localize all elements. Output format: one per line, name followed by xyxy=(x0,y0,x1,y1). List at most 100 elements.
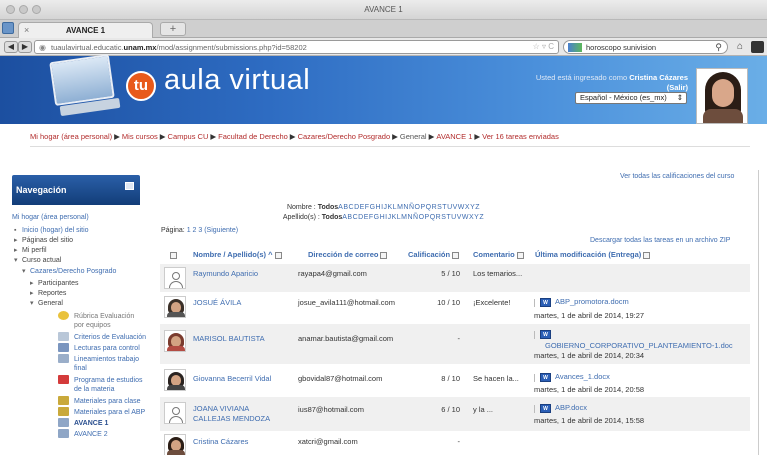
nav-item-label: Páginas del sitio xyxy=(22,237,73,244)
nav-item-current-course[interactable]: ▾ Curso actual xyxy=(14,256,61,265)
student-name-link[interactable]: Giovanna Becerril Vidal xyxy=(193,374,271,384)
nav-item-guidelines[interactable]: Lineamientos trabajo xyxy=(74,355,139,364)
user-name-link[interactable]: Cristina Cázares xyxy=(629,73,688,82)
breadcrumb-item[interactable]: Ver 16 tareas enviadas xyxy=(482,132,559,141)
home-icon[interactable]: ⌂ xyxy=(733,40,747,54)
submission-file-link[interactable]: W ABP_promotora.docm xyxy=(540,297,629,307)
breadcrumb-item[interactable]: Facultad de Derecho xyxy=(218,132,288,141)
default-user-avatar[interactable] xyxy=(164,267,186,289)
url-text[interactable]: tuaulavirtual.educatic.unam.mx/mod/assig… xyxy=(51,43,307,52)
default-user-avatar[interactable] xyxy=(164,402,186,424)
student-avatar[interactable] xyxy=(164,330,186,352)
breadcrumb-item[interactable]: Mi hogar (área personal) xyxy=(30,132,112,141)
nav-item-guidelines-cont[interactable]: final xyxy=(74,364,87,373)
view-all-grades-link[interactable]: Ver todas las calificaciones del curso xyxy=(620,173,734,180)
student-avatar[interactable] xyxy=(164,434,186,455)
select-all-checkbox[interactable] xyxy=(168,250,177,259)
nav-item-course[interactable]: ▾ Cazares/Derecho Posgrado xyxy=(22,267,116,276)
dock-block-icon[interactable] xyxy=(125,182,134,190)
breadcrumb-item[interactable]: Mis cursos xyxy=(122,132,158,141)
collapse-column-icon[interactable] xyxy=(274,251,282,259)
grade-value[interactable]: - xyxy=(418,334,461,343)
nav-item-class-materials[interactable]: Materiales para clase xyxy=(74,397,141,406)
nav-item-criteria[interactable]: Criterios de Evaluación xyxy=(74,333,146,342)
breadcrumb-item[interactable]: General xyxy=(400,132,427,141)
user-avatar[interactable] xyxy=(696,68,748,124)
nav-item-rubric-cont[interactable]: por equipos xyxy=(74,321,111,330)
breadcrumb: Mi hogar (área personal) ▶ Mis cursos ▶ Camp… xyxy=(30,132,559,141)
nav-item-rubric[interactable]: Rúbrica Evaluación xyxy=(74,312,134,321)
site-logo-badge[interactable]: tu xyxy=(126,71,156,101)
student-name-link[interactable]: JOSUÉ ÁVILA xyxy=(193,298,241,308)
nav-item-general[interactable]: ▾ General xyxy=(30,299,63,308)
site-identity-icon[interactable]: ◉ xyxy=(39,43,46,52)
nav-item-label: Reportes xyxy=(38,290,67,297)
student-avatar[interactable] xyxy=(164,369,186,391)
search-input[interactable]: horoscopo sunivision xyxy=(586,43,656,52)
column-name[interactable]: Nombre / Apellido(s) ^ xyxy=(193,250,282,259)
column-comment[interactable]: Comentario xyxy=(473,250,524,259)
student-name-link[interactable]: Cristina Cázares xyxy=(193,437,248,447)
search-bar[interactable]: horoscopo sunivision ⚲ xyxy=(563,40,728,54)
submission-file-link[interactable]: GOBIERNO_CORPORATIVO_PLANTEAMIENTO-1.doc xyxy=(545,341,733,350)
collapse-column-icon[interactable] xyxy=(516,251,524,259)
site-logo-text[interactable]: aula virtual xyxy=(164,64,310,97)
submission-file-icon-cell[interactable]: W xyxy=(540,329,555,339)
search-engine-icon[interactable] xyxy=(568,43,582,52)
expanded-arrow-icon: ▾ xyxy=(30,300,34,307)
comment-text: y la ... xyxy=(473,405,494,414)
nav-item-program[interactable]: Programa de estudios xyxy=(74,376,142,385)
submission-file-link[interactable]: W ABP.docx xyxy=(540,403,587,413)
new-tab-button[interactable]: + xyxy=(160,22,186,36)
student-name-link[interactable]: Raymundo Aparicio xyxy=(193,269,258,279)
student-avatar[interactable] xyxy=(164,296,186,318)
collapse-column-icon[interactable] xyxy=(643,251,651,259)
breadcrumb-item[interactable]: AVANCE 1 xyxy=(436,132,472,141)
table-row: JOSUÉ ÁVILA josue_avila111@hotmail.com 1… xyxy=(160,292,750,324)
folder-icon xyxy=(58,396,69,405)
nav-item-reports[interactable]: ▸ Reportes xyxy=(30,289,66,298)
grade-value[interactable]: 5 / 10 xyxy=(418,269,460,278)
bookmark-reload-icons[interactable]: ☆ ▿ C xyxy=(533,42,554,51)
last-name-letter-links[interactable]: ABCDEFGHIJKLMNÑOPQRSTUVWXYZ xyxy=(342,214,484,221)
nav-item-participants[interactable]: ▸ Participantes xyxy=(30,279,78,288)
logout-link[interactable]: (Salir) xyxy=(667,83,688,92)
nav-item-site-pages[interactable]: ▸ Páginas del sitio xyxy=(14,236,73,245)
column-grade[interactable]: Calificación xyxy=(408,250,460,259)
search-icon[interactable]: ⚲ xyxy=(715,42,722,53)
collapse-column-icon[interactable] xyxy=(380,251,388,259)
navigation-title: Navegación xyxy=(16,185,67,195)
first-name-letter-links[interactable]: ABCDEFGHIJKLMNÑOPQRSTUVWXYZ xyxy=(338,204,480,211)
breadcrumb-item[interactable]: Campus CU xyxy=(168,132,209,141)
login-prefix: Usted está ingresado como xyxy=(535,73,630,82)
nav-item-avance-1[interactable]: AVANCE 1 xyxy=(74,419,108,428)
nav-item-abp-materials[interactable]: Materiales para el ABP xyxy=(74,408,145,417)
download-all-zip-link[interactable]: Descargar todas las tareas en un archivo… xyxy=(590,237,730,244)
column-email[interactable]: Dirección de correo xyxy=(308,250,388,259)
nav-item-my-profile[interactable]: ▸ Mi perfil xyxy=(14,246,47,255)
nav-item-site-home[interactable]: ▪ Inicio (hogar) del sitio xyxy=(14,226,89,235)
address-bar[interactable]: ◉ tuaulavirtual.educatic.unam.mx/mod/ass… xyxy=(34,40,559,54)
tab-group-icon[interactable] xyxy=(2,22,14,34)
grade-value[interactable]: 6 / 10 xyxy=(418,405,460,414)
forward-button[interactable]: ▶ xyxy=(18,41,32,53)
grade-value[interactable]: 10 / 10 xyxy=(418,298,460,307)
tab-avance-1[interactable]: × AVANCE 1 xyxy=(18,22,153,38)
column-last-modified[interactable]: Última modificación (Entrega) xyxy=(535,250,651,259)
back-button[interactable]: ◀ xyxy=(4,41,18,53)
nav-item-avance-2[interactable]: AVANCE 2 xyxy=(74,430,108,439)
nav-item-readings[interactable]: Lecturas para control xyxy=(74,344,140,353)
submission-file-link[interactable]: W Avances_1.docx xyxy=(540,372,610,382)
extension-icon[interactable] xyxy=(751,41,764,53)
language-select[interactable]: Español - México (es_mx) ⇕ xyxy=(575,92,687,104)
grade-value[interactable]: - xyxy=(418,437,461,446)
nav-item-label: Participantes xyxy=(38,280,79,287)
grade-value[interactable]: 8 / 10 xyxy=(418,374,460,383)
student-name-link[interactable]: MARISOL BAUTISTA xyxy=(193,334,265,344)
collapse-column-icon[interactable] xyxy=(452,251,460,259)
nav-item-program-cont[interactable]: de la materia xyxy=(74,385,114,394)
breadcrumb-item[interactable]: Cazares/Derecho Posgrado xyxy=(298,132,391,141)
student-name-link[interactable]: JOANA VIVIANA CALLEJAS MENDOZA xyxy=(193,404,288,424)
nav-item-label: Mi perfil xyxy=(22,247,47,254)
pagination-links[interactable]: 1 2 3 (Siguiente) xyxy=(187,227,238,234)
